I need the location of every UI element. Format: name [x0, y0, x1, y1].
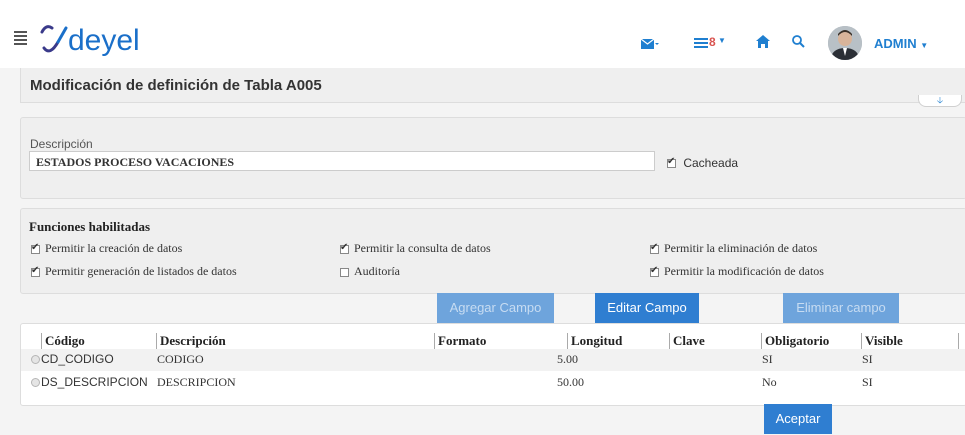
column-header[interactable]: Clave	[669, 333, 705, 349]
chevron-down-icon: ▼	[920, 41, 929, 50]
function-create[interactable]: Permitir la creación de datos	[31, 241, 182, 256]
description-input[interactable]: ESTADOS PROCESO VACACIONES	[29, 151, 655, 171]
column-header[interactable]: Longitud	[567, 333, 622, 349]
cell-longitud: 50.00	[557, 375, 584, 389]
cell-longitud: 5.00	[557, 352, 578, 366]
add-field-button[interactable]: Agregar Campo	[437, 293, 554, 323]
logo-text: deyel	[68, 24, 140, 57]
edit-field-button[interactable]: Editar Campo	[595, 293, 699, 323]
page-title: Modificación de definición de Tabla A005	[30, 77, 322, 94]
checkbox-checked[interactable]	[31, 242, 40, 254]
cacheada-checkbox[interactable]: Cacheada	[667, 156, 738, 170]
checkbox-checked[interactable]	[340, 242, 349, 254]
checkbox-checked[interactable]	[31, 265, 40, 277]
home-icon[interactable]	[756, 35, 770, 53]
checkbox-checked[interactable]	[650, 265, 659, 277]
cell-visible: SI	[862, 375, 873, 389]
description-label: Descripción	[30, 137, 93, 151]
functions-title: Funciones habilitadas	[29, 219, 151, 234]
user-menu[interactable]: ADMIN ▼	[874, 36, 928, 51]
arrow-down-icon: 🡣	[936, 95, 944, 105]
menu-icon[interactable]	[14, 31, 27, 47]
row-radio[interactable]	[31, 378, 40, 387]
cell-obligatorio: No	[762, 375, 777, 389]
checkbox-unchecked[interactable]	[340, 267, 349, 277]
column-header[interactable]: Obligatorio	[761, 333, 829, 349]
cell-codigo: DS_DESCRIPCION	[41, 375, 148, 389]
function-label: Permitir la modificación de datos	[664, 264, 824, 278]
cell-descripcion: DESCRIPCION	[157, 375, 236, 389]
cell-descripcion: CODIGO	[157, 352, 204, 366]
function-modify[interactable]: Permitir la modificación de datos	[650, 264, 824, 279]
logo[interactable]: deyel	[36, 18, 246, 62]
notifications-count[interactable]: 8	[709, 35, 716, 49]
title-panel: Modificación de definición de Tabla A005	[20, 68, 965, 103]
function-label: Permitir la consulta de datos	[354, 241, 491, 255]
function-delete[interactable]: Permitir la eliminación de datos	[650, 241, 817, 256]
notifications-icon[interactable]	[694, 36, 708, 54]
chevron-down-icon: ▼	[718, 36, 726, 45]
collapse-toggle[interactable]: 🡣	[918, 95, 962, 107]
delete-field-button[interactable]: Eliminar campo	[783, 293, 899, 323]
description-panel: Descripción ESTADOS PROCESO VACACIONES C…	[20, 117, 965, 199]
mail-icon[interactable]	[640, 38, 659, 56]
row-radio[interactable]	[31, 355, 40, 364]
column-header[interactable]: Visible	[861, 333, 903, 349]
cell-codigo: CD_CODIGO	[41, 352, 114, 366]
cell-obligatorio: SI	[762, 352, 773, 366]
table-row[interactable]: DS_DESCRIPCION DESCRIPCION 50.00 No SI	[21, 372, 965, 394]
cell-visible: SI	[862, 352, 873, 366]
function-list[interactable]: Permitir generación de listados de datos	[31, 264, 237, 279]
function-label: Permitir generación de listados de datos	[45, 264, 237, 278]
top-bar: deyel 8 ▼ ADMIN ▼	[0, 0, 965, 68]
table-row[interactable]: CD_CODIGO CODIGO 5.00 SI SI	[21, 349, 965, 371]
user-name: ADMIN	[874, 36, 917, 51]
function-label: Permitir la creación de datos	[45, 241, 183, 255]
column-header[interactable]: Código	[41, 333, 85, 349]
function-audit[interactable]: Auditoría	[340, 264, 400, 279]
column-header[interactable]: Descripción	[156, 333, 226, 349]
checkbox-checked[interactable]	[650, 242, 659, 254]
search-icon[interactable]	[792, 35, 805, 53]
accept-button[interactable]: Aceptar	[764, 404, 832, 434]
column-header[interactable]: Formato	[434, 333, 486, 349]
functions-panel: Funciones habilitadas Permitir la creaci…	[20, 208, 965, 294]
function-label: Permitir la eliminación de datos	[664, 241, 818, 255]
header-divider	[958, 333, 959, 349]
fields-table: Código Descripción Formato Longitud Clav…	[20, 323, 965, 406]
function-query[interactable]: Permitir la consulta de datos	[340, 241, 491, 256]
checkbox-checked[interactable]	[667, 156, 676, 169]
function-label: Auditoría	[354, 264, 400, 278]
cacheada-label: Cacheada	[683, 156, 739, 170]
avatar[interactable]	[828, 26, 862, 60]
